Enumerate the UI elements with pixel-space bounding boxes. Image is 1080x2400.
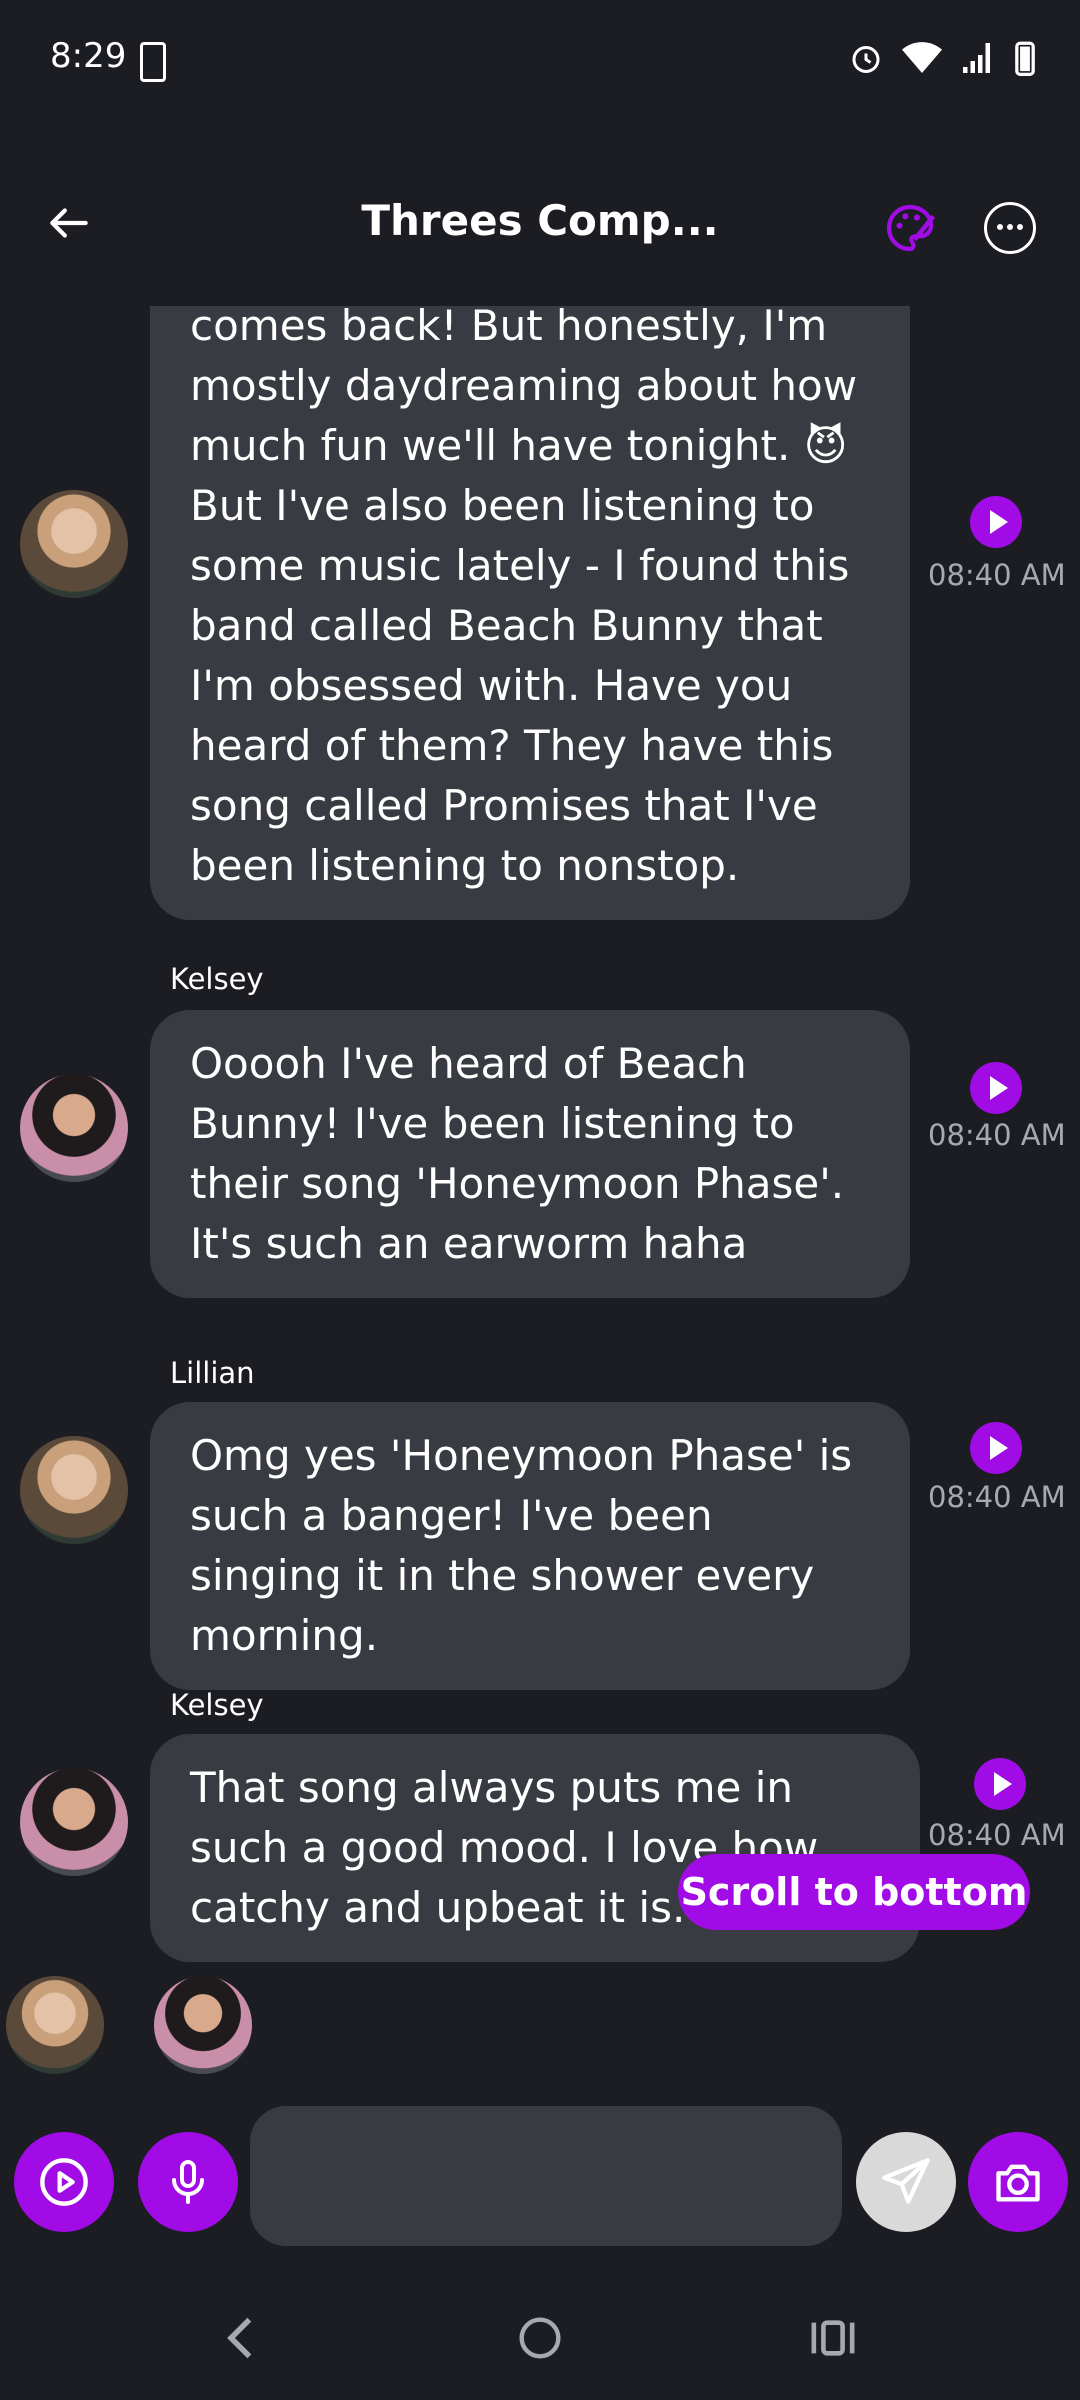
play-audio-button[interactable] <box>970 1422 1022 1474</box>
message-text: Omg yes 'Honeymoon Phase' is such a bang… <box>190 1431 853 1660</box>
avatar-kelsey[interactable] <box>20 1768 128 1876</box>
status-time: 8:29 <box>50 36 127 76</box>
play-audio-button[interactable] <box>970 1062 1022 1114</box>
nav-recents-icon[interactable] <box>810 2318 856 2358</box>
sender-name: Lillian <box>170 1356 255 1390</box>
send-button[interactable] <box>856 2132 956 2232</box>
alarm-icon <box>852 46 880 73</box>
camera-icon <box>996 2164 1040 2202</box>
play-audio-button[interactable] <box>970 496 1022 548</box>
more-options-button[interactable] <box>984 202 1036 254</box>
microphone-button[interactable] <box>138 2132 238 2232</box>
scroll-to-bottom-button[interactable]: Scroll to bottom <box>678 1854 1030 1930</box>
message-bubble: Ooooh I've heard of Beach Bunny! I've be… <box>150 1010 910 1298</box>
avatar-kelsey[interactable] <box>20 1074 128 1182</box>
message-time: 08:40 AM <box>928 558 1066 592</box>
play-video-button[interactable] <box>14 2132 114 2232</box>
wifi-icon <box>902 42 942 73</box>
signal-icon <box>963 43 990 73</box>
message-text: comes back! But honestly, I'm mostly day… <box>190 306 858 890</box>
microphone-icon <box>172 2160 204 2204</box>
message-text: Ooooh I've heard of Beach Bunny! I've be… <box>190 1039 845 1268</box>
nav-back-icon[interactable] <box>222 2316 262 2360</box>
nav-home-icon[interactable] <box>518 2316 562 2360</box>
message-time: 08:40 AM <box>928 1118 1066 1152</box>
message-bubble: comes back! But honestly, I'm mostly day… <box>150 306 910 920</box>
message-time: 08:40 AM <box>928 1480 1066 1514</box>
camera-button[interactable] <box>968 2132 1068 2232</box>
participant-avatar-lillian[interactable] <box>6 1976 104 2074</box>
palette-icon[interactable] <box>882 200 938 256</box>
play-audio-button[interactable] <box>974 1758 1026 1810</box>
phone-clipboard-icon <box>140 42 166 82</box>
message-bubble: Omg yes 'Honeymoon Phase' is such a bang… <box>150 1402 910 1690</box>
send-icon <box>882 2158 930 2204</box>
sender-name: Kelsey <box>170 962 264 996</box>
message-input[interactable] <box>250 2106 842 2246</box>
battery-icon <box>1015 41 1035 76</box>
chat-list[interactable]: comes back! But honestly, I'm mostly day… <box>0 306 1080 1966</box>
play-circle-icon <box>40 2158 88 2206</box>
status-icons <box>848 40 1036 76</box>
avatar-lillian[interactable] <box>20 490 128 598</box>
message-time: 08:40 AM <box>928 1818 1066 1852</box>
participant-avatar-kelsey[interactable] <box>154 1976 252 2074</box>
avatar-lillian[interactable] <box>20 1436 128 1544</box>
sender-name: Kelsey <box>170 1688 264 1722</box>
